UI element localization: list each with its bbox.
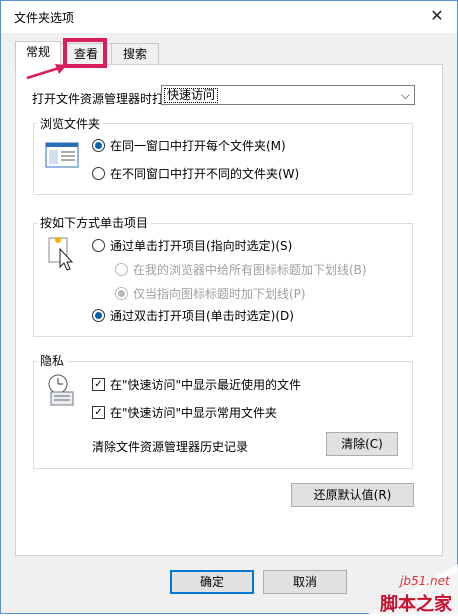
radio-button: [115, 263, 128, 276]
radio-button[interactable]: [92, 309, 105, 322]
folder-options-dialog: 文件夹选项 ✕ 常规 查看 搜索 打开文件资源管理器时打 快速访问 ⌵ 浏览文件…: [0, 0, 458, 614]
show-recent-files-option[interactable]: ✓ 在"快速访问"中显示最近使用的文件: [92, 376, 301, 393]
radio-button[interactable]: [92, 167, 105, 180]
show-frequent-folders-option[interactable]: ✓ 在"快速访问"中显示常用文件夹: [92, 404, 277, 421]
click-items-title: 按如下方式单击项目: [37, 214, 152, 231]
open-explorer-select[interactable]: 快速访问 ⌵: [161, 85, 415, 105]
radio-button[interactable]: [92, 239, 105, 252]
underline-all-option: 在我的浏览器中给所有图标标题加下划线(B): [115, 261, 367, 278]
open-explorer-value: 快速访问: [164, 88, 219, 103]
checkbox[interactable]: ✓: [92, 406, 105, 419]
pointer-arrow-icon: [26, 64, 67, 80]
browse-folders-title: 浏览文件夹: [37, 115, 104, 132]
different-window-label: 在不同窗口中打开不同的文件夹(W): [110, 167, 300, 181]
double-click-option[interactable]: 通过双击打开项目(单击时选定)(D): [92, 307, 294, 324]
underline-all-label: 在我的浏览器中给所有图标标题加下划线(B): [133, 263, 367, 277]
underline-hover-label: 仅当指向图标标题时加下划线(P): [133, 287, 306, 301]
underline-hover-option: 仅当指向图标标题时加下划线(P): [115, 285, 306, 302]
restore-defaults-button[interactable]: 还原默认值(R): [291, 483, 414, 507]
watermark-site: jb51.net: [400, 574, 450, 588]
show-recent-files-label: 在"快速访问"中显示最近使用的文件: [110, 378, 302, 392]
chevron-down-icon: ⌵: [400, 88, 410, 102]
view-tab-highlight: [63, 38, 107, 68]
privacy-title: 隐私: [37, 352, 68, 369]
window-title: 文件夹选项: [14, 11, 75, 25]
double-click-label: 通过双击打开项目(单击时选定)(D): [110, 309, 294, 323]
show-frequent-folders-label: 在"快速访问"中显示常用文件夹: [110, 406, 278, 420]
ok-button[interactable]: 确定: [170, 570, 254, 594]
privacy-history-icon: [48, 374, 74, 406]
site-watermark: jb51.net 脚本之家: [328, 564, 458, 615]
radio-button[interactable]: [92, 139, 105, 152]
tab-search[interactable]: 搜索: [111, 43, 159, 64]
watermark-brand: 脚本之家: [380, 594, 452, 615]
title-bar: 文件夹选项 ✕: [1, 1, 457, 33]
open-explorer-label: 打开文件资源管理器时打: [32, 92, 165, 106]
single-click-label: 通过单击打开项目(指向时选定)(S): [110, 239, 293, 253]
same-window-option[interactable]: 在同一窗口中打开每个文件夹(M): [92, 137, 286, 154]
single-click-option[interactable]: 通过单击打开项目(指向时选定)(S): [92, 237, 292, 254]
window-layout-icon: [45, 142, 79, 168]
same-window-label: 在同一窗口中打开每个文件夹(M): [110, 139, 286, 153]
clear-history-label: 清除文件资源管理器历史记录: [92, 440, 249, 454]
checkbox[interactable]: ✓: [92, 378, 105, 391]
different-window-option[interactable]: 在不同窗口中打开不同的文件夹(W): [92, 165, 299, 182]
tab-general[interactable]: 常规: [15, 41, 61, 65]
clear-button[interactable]: 清除(C): [326, 432, 398, 456]
close-icon[interactable]: ✕: [427, 6, 447, 26]
click-cursor-icon: [48, 237, 74, 271]
browse-folders-group: [33, 123, 413, 195]
radio-button: [115, 287, 128, 300]
